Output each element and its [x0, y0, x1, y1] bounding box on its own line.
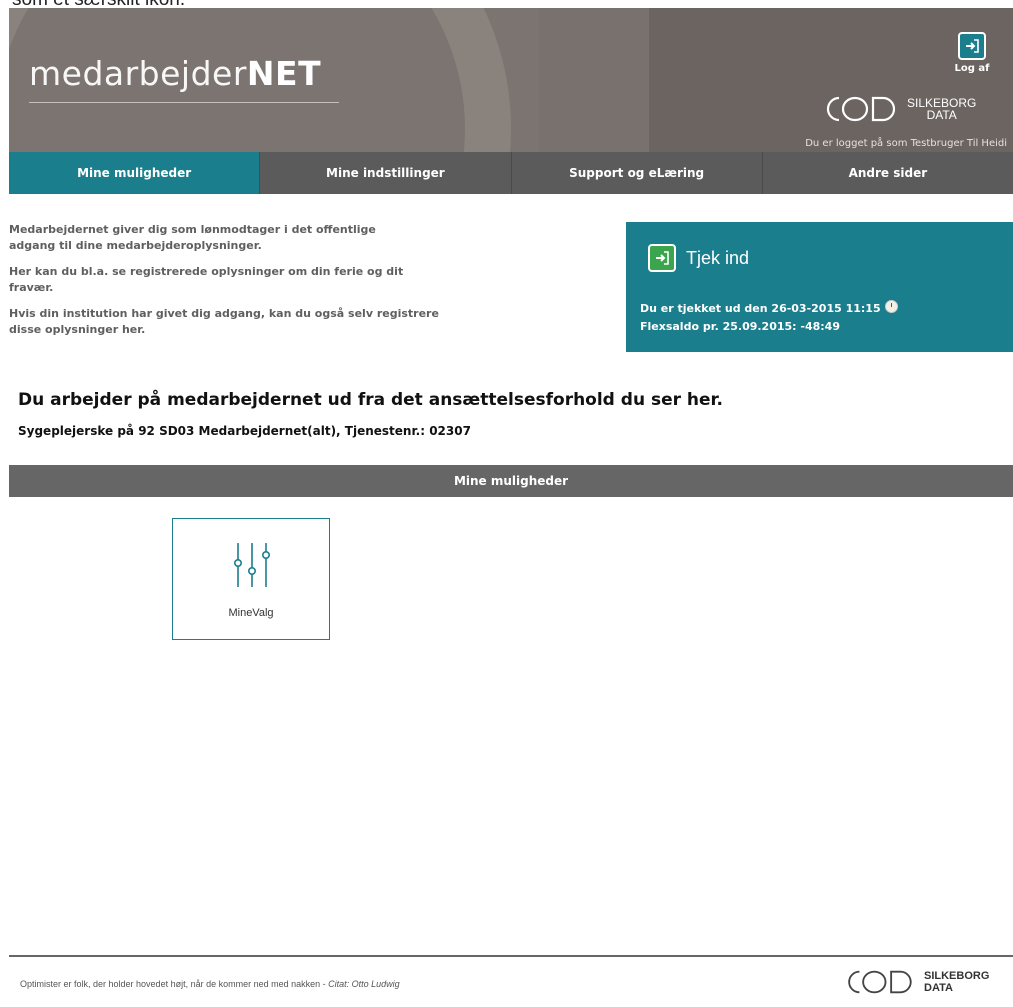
footer-brand-line-2: DATA — [924, 982, 953, 994]
footer-divider — [9, 955, 1013, 957]
sliders-icon — [234, 543, 270, 587]
checkin-status-text: Du er tjekket ud den 26-03-2015 11:15 — [640, 302, 881, 315]
top-cropped-text: som et særskilt ikon. — [0, 0, 1013, 8]
checkin-panel: Tjek ind Du er tjekket ud den 26-03-2015… — [626, 222, 1013, 352]
tab-support-og-elaering[interactable]: Support og eLæring — [512, 152, 763, 194]
intro-paragraph: Hvis din institution har givet dig adgan… — [9, 307, 439, 336]
tab-andre-sider[interactable]: Andre sider — [763, 152, 1013, 194]
app-logo[interactable]: medarbejderNET — [29, 54, 321, 93]
checkin-icon — [648, 244, 676, 272]
footer-quote: Optimister er folk, der holder hovedet h… — [20, 979, 400, 989]
checkin-label: Tjek ind — [686, 247, 750, 268]
tab-mine-indstillinger[interactable]: Mine indstillinger — [260, 152, 512, 194]
checkin-status: Du er tjekket ud den 26-03-2015 11:15 Fl… — [640, 300, 898, 336]
flexsaldo-text: Flexsaldo pr. 25.09.2015: -48:49 — [640, 320, 840, 333]
tile-minevalg[interactable]: MineValg — [172, 518, 330, 640]
logo-text-bold: NET — [246, 54, 322, 93]
cropped-text: som et særskilt ikon. — [12, 0, 185, 8]
sd-logo-mark-icon — [826, 96, 896, 122]
employment-heading: Du arbejder på medarbejdernet ud fra det… — [18, 390, 723, 410]
clock-icon — [884, 300, 898, 313]
intro-paragraph: Her kan du bl.a. se registrerede oplysni… — [9, 265, 404, 294]
quote-citation: Citat: Otto Ludwig — [328, 979, 400, 989]
logged-in-user: Du er logget på som Testbruger Til Heidi — [805, 138, 1007, 149]
header-banner: medarbejderNET Log af SILKEBORG DATA Du … — [9, 8, 1013, 152]
tile-label: MineValg — [228, 607, 274, 619]
silkeborg-data-logo: SILKEBORG DATA — [817, 94, 976, 124]
logout-label: Log af — [954, 63, 990, 74]
logo-underline — [29, 102, 339, 103]
employment-detail: Sygeplejerske på 92 SD03 Medarbejdernet(… — [18, 424, 471, 438]
footer-silkeborg-data-logo: SILKEBORG DATA — [838, 968, 989, 996]
checkin-button[interactable]: Tjek ind — [648, 244, 749, 272]
logo-text-thin: medarbejder — [29, 54, 247, 93]
intro-text: Medarbejdernet giver dig som lønmodtager… — [9, 222, 509, 348]
tab-mine-muligheder[interactable]: Mine muligheder — [9, 152, 261, 194]
intro-paragraph: Medarbejdernet giver dig som lønmodtager… — [9, 223, 376, 252]
logout-icon — [958, 32, 986, 60]
section-title: Mine muligheder — [453, 474, 569, 488]
footer-brand-line-1: SILKEBORG — [924, 970, 990, 982]
sd-logo-mark-icon — [848, 970, 912, 994]
main-nav: Mine muligheder Mine indstillinger Suppo… — [9, 152, 1013, 194]
section-header: Mine muligheder — [9, 465, 1013, 497]
brand-line-2: DATA — [926, 108, 957, 122]
quote-text: Optimister er folk, der holder hovedet h… — [20, 979, 329, 989]
logout-button[interactable]: Log af — [949, 32, 995, 74]
